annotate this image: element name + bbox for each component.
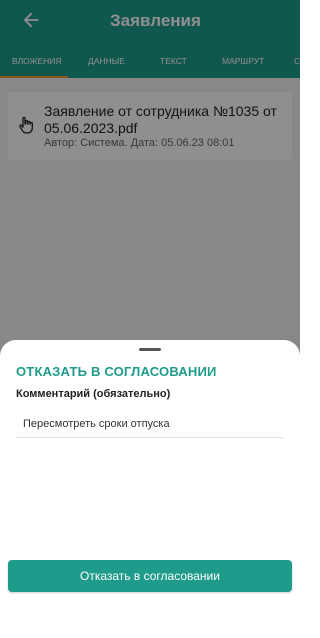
sheet-drag-handle[interactable]: [139, 348, 161, 351]
reject-submit-button[interactable]: Отказать в согласовании: [8, 560, 292, 592]
reject-bottom-sheet: ОТКАЗАТЬ В СОГЛАСОВАНИИ Комментарий (обя…: [0, 340, 300, 638]
sheet-title: ОТКАЗАТЬ В СОГЛАСОВАНИИ: [16, 364, 217, 379]
comment-label: Комментарий (обязательно): [16, 388, 171, 400]
app-screen: Заявления ВЛОЖЕНИЯ ДАННЫЕ ТЕКСТ МАРШРУТ …: [0, 0, 300, 638]
comment-input[interactable]: [16, 410, 284, 438]
